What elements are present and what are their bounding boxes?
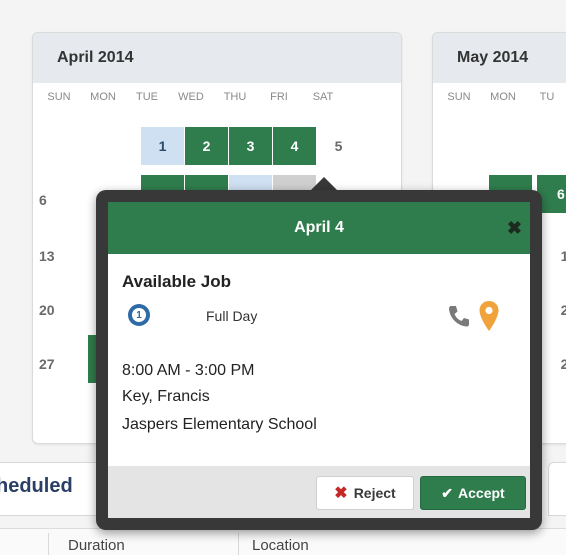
reject-x-icon: ✖ [334,485,348,502]
day-cell[interactable]: 2 [543,345,566,383]
column-divider [48,533,49,555]
popup-date: April 4 [294,219,344,236]
job-school: Jaspers Elementary School [122,416,317,433]
popup-header: April 4 ✖ [108,202,530,254]
table-header: Duration Location [0,528,566,555]
close-icon[interactable]: ✖ [507,218,522,239]
job-duration: Full Day [206,308,258,324]
weekday-row: SUN MON TUE WED THU FRI SAT [33,91,401,103]
month-title: April 2014 [33,33,401,83]
weekday-label: TUE [136,91,158,103]
phone-icon[interactable] [446,303,472,334]
popup-pointer [310,177,338,191]
badge-number: 1 [132,308,146,322]
day-cell[interactable]: 1 [141,127,184,165]
job-time: 8:00 AM - 3:00 PM [122,362,255,379]
accept-label: Accept [458,485,505,501]
day-cell[interactable]: 1 [543,237,566,275]
reject-label: Reject [353,485,396,501]
weekday-label: TU [539,91,555,103]
weekday-label: SAT [312,91,334,103]
job-title: Available Job [122,272,231,291]
section-tab-right[interactable] [548,462,566,516]
job-popup: April 4 ✖ Available Job 1 Full Day 8:00 … [96,190,542,530]
day-cell[interactable]: 20 [39,291,69,329]
check-icon: ✔ [441,484,454,501]
popup-body: April 4 ✖ Available Job 1 Full Day 8:00 … [108,202,530,518]
day-cell[interactable]: 2 [185,127,228,165]
popup-footer: ✖ Reject ✔ Accept [108,466,530,518]
weekday-label: WED [178,91,204,103]
weekday-label: MON [490,91,516,103]
weekday-label: SUN [47,91,71,103]
day-cell[interactable]: 5 [317,127,360,165]
map-pin-icon[interactable] [478,300,500,337]
weekday-label: FRI [270,91,288,103]
month-title: May 2014 [433,33,566,83]
job-contact: Key, Francis [122,388,210,405]
day-cell[interactable]: 3 [229,127,272,165]
weekday-row: SUN MON TU [433,91,566,103]
day-cell[interactable]: 2 [543,291,566,329]
day-cell[interactable]: 13 [39,237,69,275]
column-header-location[interactable]: Location [252,537,309,554]
weekday-label: THU [223,91,247,103]
column-header-duration[interactable]: Duration [68,537,125,554]
day-cell[interactable]: 27 [39,345,69,383]
section-tab[interactable]: heduled [0,462,111,516]
day-cell[interactable]: 6 [39,181,69,219]
section-title: heduled [0,475,73,497]
accept-button[interactable]: ✔ Accept [420,476,526,510]
reject-button[interactable]: ✖ Reject [316,476,414,510]
number-badge-icon: 1 [128,304,150,326]
weekday-label: SUN [447,91,471,103]
day-cell[interactable]: 4 [273,127,316,165]
weekday-label: MON [90,91,116,103]
column-divider [238,533,239,555]
